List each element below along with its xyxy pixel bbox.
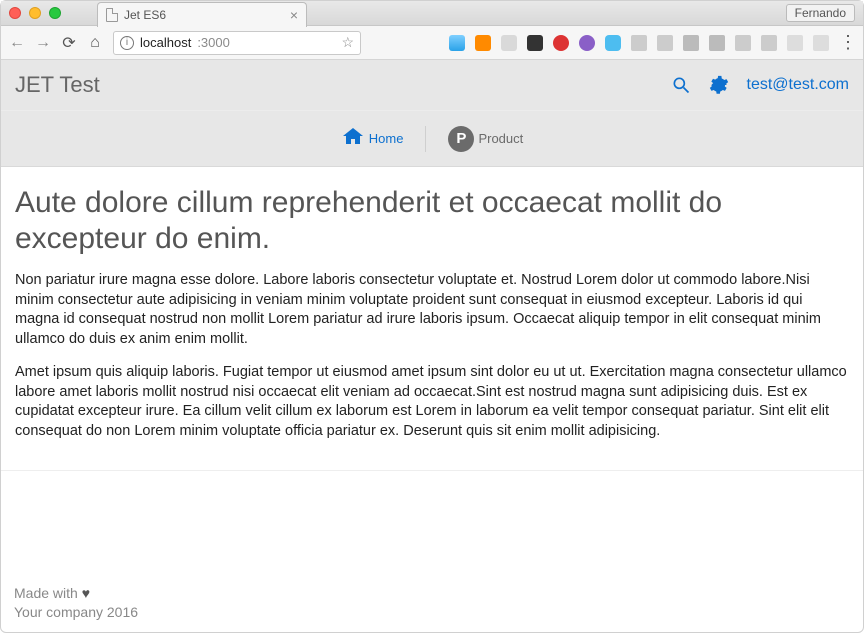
browser-menu-icon[interactable]: ⋮ [839, 32, 855, 53]
forward-button[interactable]: → [35, 34, 51, 52]
browser-tab[interactable]: Jet ES6 × [97, 2, 307, 27]
extension-icon[interactable] [683, 35, 699, 51]
reload-button[interactable]: ⟳ [61, 33, 77, 53]
main-content: Aute dolore cillum reprehenderit et occa… [1, 167, 863, 471]
footer-line-2: Your company 2016 [14, 603, 138, 623]
user-email[interactable]: test@test.com [747, 76, 850, 94]
nav-home[interactable]: Home [341, 125, 404, 152]
close-tab-icon[interactable]: × [290, 7, 298, 23]
search-icon[interactable] [671, 75, 691, 95]
extension-icon[interactable] [813, 35, 829, 51]
extension-icon[interactable] [579, 35, 595, 51]
maximize-window-icon[interactable] [49, 7, 61, 19]
extension-icon[interactable] [657, 35, 673, 51]
gear-icon[interactable] [709, 75, 729, 95]
product-icon: P [448, 126, 474, 152]
minimize-window-icon[interactable] [29, 7, 41, 19]
url-host: localhost [140, 35, 191, 50]
window-controls [9, 7, 61, 19]
footer-line-1: Made with ♥ [14, 584, 138, 604]
nav-product[interactable]: P Product [448, 126, 523, 152]
extension-icon[interactable] [553, 35, 569, 51]
nav-home-label: Home [369, 131, 404, 146]
page-heading: Aute dolore cillum reprehenderit et occa… [15, 185, 849, 257]
extension-icon[interactable] [709, 35, 725, 51]
address-bar[interactable]: i localhost :3000 ☆ [113, 31, 361, 55]
extension-icon[interactable] [449, 35, 465, 51]
extension-icon[interactable] [605, 35, 621, 51]
profile-name: Fernando [795, 6, 846, 20]
extension-icon[interactable] [631, 35, 647, 51]
paragraph: Amet ipsum quis aliquip laboris. Fugiat … [15, 363, 849, 441]
home-button[interactable]: ⌂ [87, 34, 103, 52]
secondary-nav: Home P Product [1, 111, 863, 167]
extensions-row: ⋮ [449, 32, 855, 53]
back-button[interactable]: ← [9, 34, 25, 52]
tab-title: Jet ES6 [124, 8, 166, 22]
app-title: JET Test [15, 72, 100, 98]
nav-separator [425, 126, 426, 152]
extension-icon[interactable] [787, 35, 803, 51]
page-icon [106, 8, 118, 22]
home-icon [341, 125, 365, 152]
extension-icon[interactable] [475, 35, 491, 51]
extension-icon[interactable] [761, 35, 777, 51]
profile-chip[interactable]: Fernando [786, 4, 855, 22]
site-info-icon[interactable]: i [120, 36, 134, 50]
url-port: :3000 [197, 35, 230, 50]
extension-icon[interactable] [735, 35, 751, 51]
app-header: JET Test test@test.com [1, 60, 863, 111]
browser-toolbar: ← → ⟳ ⌂ i localhost :3000 ☆ ⋮ [1, 26, 863, 60]
extension-icon[interactable] [527, 35, 543, 51]
extension-icon[interactable] [501, 35, 517, 51]
bookmark-icon[interactable]: ☆ [341, 34, 354, 51]
heart-icon: ♥ [82, 585, 90, 601]
nav-product-label: Product [478, 131, 523, 146]
paragraph: Non pariatur irure magna esse dolore. La… [15, 271, 849, 349]
footer: Made with ♥ Your company 2016 [14, 584, 138, 623]
window-titlebar: Jet ES6 × Fernando [1, 1, 863, 26]
close-window-icon[interactable] [9, 7, 21, 19]
